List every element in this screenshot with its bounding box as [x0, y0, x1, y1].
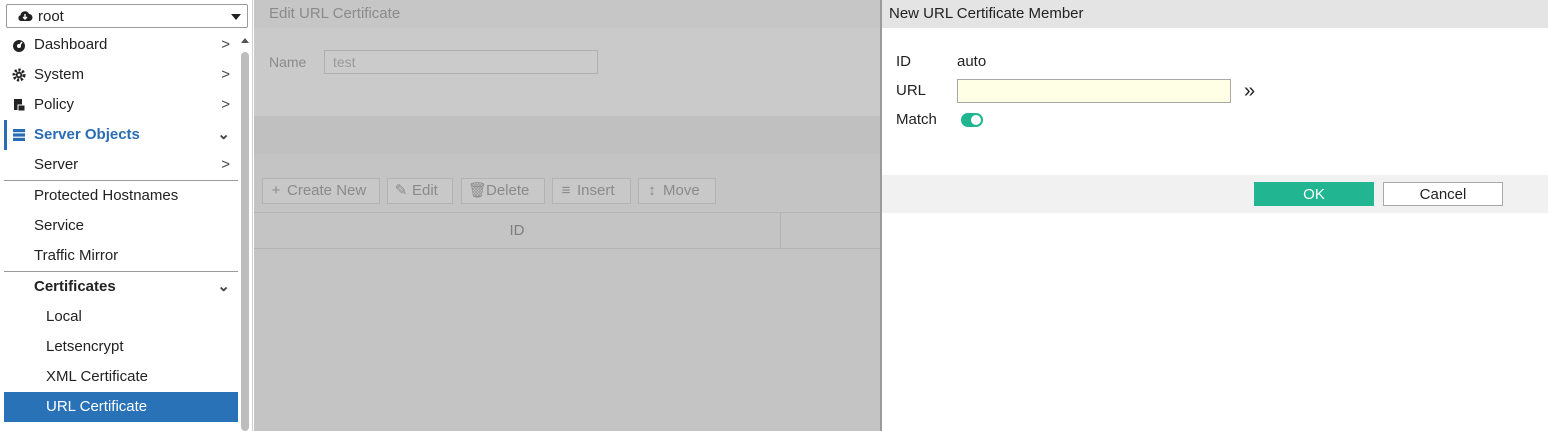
nav-item-system[interactable]: System > — [4, 60, 238, 90]
url-input[interactable] — [957, 79, 1231, 103]
double-chevron-right-icon[interactable]: » — [1244, 81, 1255, 101]
name-field[interactable]: test — [324, 50, 598, 74]
vdom-selector[interactable]: root — [6, 4, 248, 28]
nav-item-certificates[interactable]: Certificates ⌄ — [4, 272, 238, 302]
sidebar-scrollbar[interactable] — [240, 34, 250, 431]
toggle-knob — [971, 115, 981, 125]
server-icon — [13, 129, 25, 141]
plus-icon: + — [271, 182, 281, 199]
match-label: Match — [896, 111, 937, 128]
background-page: Edit URL Certificate Name test + Create N… — [254, 0, 880, 431]
dialog-title: New URL Certificate Member — [882, 0, 1548, 28]
section-band — [254, 116, 880, 154]
name-label: Name — [269, 54, 307, 70]
trash-icon: 🗑 — [468, 182, 488, 199]
nav-label: System — [34, 66, 85, 83]
nav-item-url-certificate[interactable]: URL Certificate — [4, 392, 238, 422]
edit-button[interactable]: ✎ Edit — [387, 178, 453, 204]
nav-item-letsencrypt[interactable]: Letsencrypt — [4, 332, 238, 362]
nav-label: Letsencrypt — [46, 338, 124, 355]
insert-icon: ≡ — [561, 182, 571, 199]
insert-button[interactable]: ≡ Insert — [552, 178, 631, 204]
policy-icon — [14, 99, 26, 112]
nav-label: Protected Hostnames — [34, 187, 179, 204]
delete-label: Delete — [486, 182, 530, 199]
caret-down-icon — [231, 14, 241, 20]
gear-icon — [12, 68, 26, 82]
chevron-right-icon: > — [221, 156, 230, 173]
nav-item-protected-hostnames[interactable]: Protected Hostnames — [4, 181, 238, 211]
nav-label: Service — [34, 217, 85, 234]
delete-button[interactable]: 🗑Delete — [461, 178, 545, 204]
nav-label: Server — [34, 156, 79, 173]
url-label: URL — [896, 82, 927, 99]
chevron-down-icon: ⌄ — [217, 278, 230, 295]
table-header: ID — [254, 212, 880, 249]
id-label: ID — [896, 53, 911, 70]
nav-item-policy[interactable]: Policy > — [4, 90, 238, 120]
edit-label: Edit — [412, 182, 438, 199]
nav-label: URL Certificate — [46, 398, 148, 415]
insert-label: Insert — [577, 182, 615, 199]
nav-label: Server Objects — [34, 126, 140, 143]
column-header-id[interactable]: ID — [254, 213, 781, 248]
nav-item-server-objects[interactable]: Server Objects ⌄ — [4, 120, 238, 150]
nav-menu: Dashboard > System > Policy > Server Obj… — [4, 30, 238, 422]
nav-label: Local — [46, 308, 82, 325]
move-button[interactable]: ↕ Move — [638, 178, 716, 204]
ok-button[interactable]: OK — [1254, 182, 1374, 206]
sidebar: root Dashboard > System > Policy > Serve… — [0, 0, 253, 431]
scroll-up-icon[interactable] — [241, 38, 249, 43]
nav-item-service[interactable]: Service — [4, 211, 238, 241]
create-new-button[interactable]: + Create New — [262, 178, 380, 204]
nav-label: Dashboard — [34, 36, 108, 53]
move-icon: ↕ — [648, 182, 656, 199]
nav-label: Traffic Mirror — [34, 247, 119, 264]
scrollbar-thumb[interactable] — [241, 52, 249, 431]
chevron-right-icon: > — [221, 36, 230, 53]
nav-label: Policy — [34, 96, 75, 113]
nav-label: Certificates — [34, 278, 116, 295]
create-new-label: Create New — [287, 182, 367, 199]
vdom-value: root — [38, 8, 64, 25]
cancel-button[interactable]: Cancel — [1383, 182, 1503, 206]
id-value: auto — [957, 53, 987, 70]
dialog-footer: OK Cancel — [882, 175, 1548, 213]
chevron-down-icon: ⌄ — [217, 126, 230, 143]
match-toggle[interactable] — [961, 113, 983, 127]
nav-item-server[interactable]: Server > — [4, 150, 238, 180]
move-label: Move — [663, 182, 700, 199]
nav-label: XML Certificate — [46, 368, 148, 385]
nav-item-local[interactable]: Local — [4, 302, 238, 332]
pencil-icon: ✎ — [394, 182, 408, 199]
page-title: Edit URL Certificate — [254, 0, 880, 28]
chevron-right-icon: > — [221, 66, 230, 83]
new-member-dialog: New URL Certificate Member ID auto URL »… — [880, 0, 1548, 431]
cloud-icon — [18, 11, 33, 21]
nav-item-traffic-mirror[interactable]: Traffic Mirror — [4, 241, 238, 271]
dashboard-icon — [13, 40, 25, 52]
nav-item-dashboard[interactable]: Dashboard > — [4, 30, 238, 60]
name-section: Name test — [254, 28, 880, 116]
chevron-right-icon: > — [221, 96, 230, 113]
nav-item-xml-certificate[interactable]: XML Certificate — [4, 362, 238, 392]
